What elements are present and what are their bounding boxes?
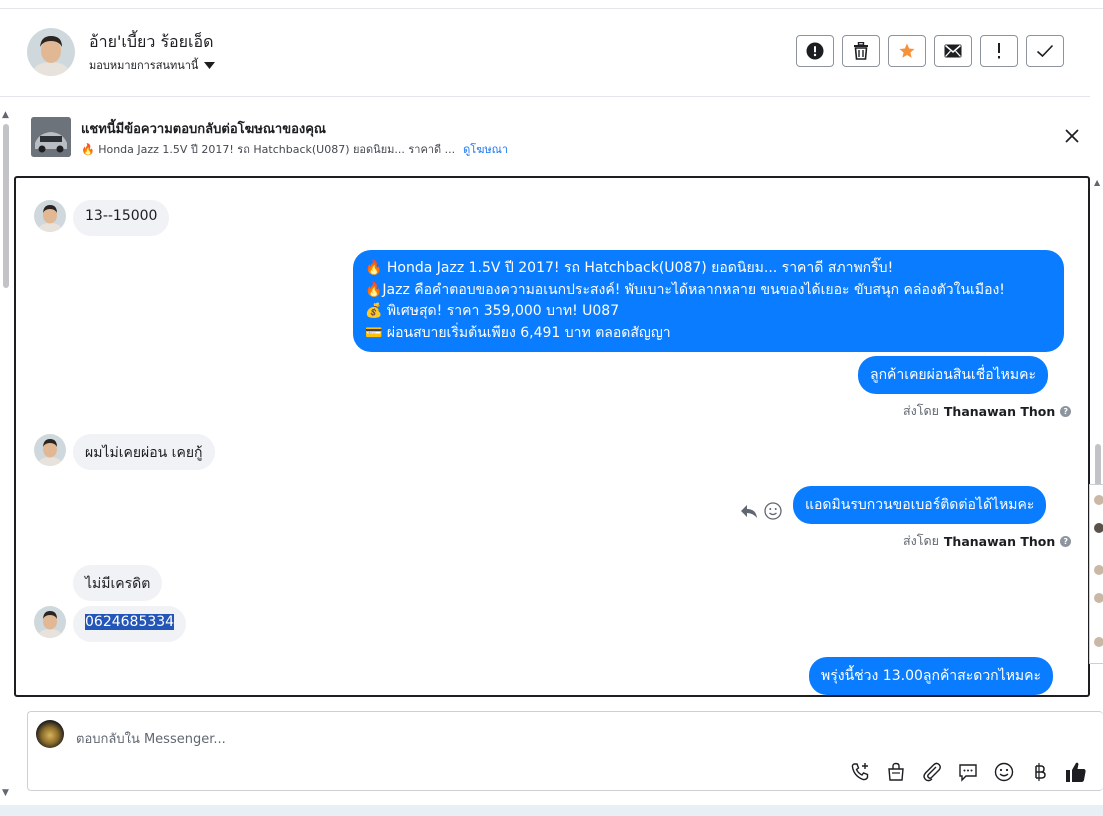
react-emoji-icon[interactable] — [764, 502, 782, 520]
outgoing-ad-message[interactable]: 🔥 Honda Jazz 1.5V ปี 2017! รถ Hatchback(… — [353, 250, 1064, 352]
peek-avatar — [1094, 523, 1103, 533]
sender-name: Thanawan Thon — [943, 403, 1056, 419]
composer-toolbar — [848, 760, 1087, 783]
star-icon — [899, 43, 915, 58]
payment-button[interactable] — [1028, 760, 1051, 783]
contact-avatar-small — [34, 606, 66, 638]
assign-label: มอบหมายการสนทนานี้ — [89, 59, 199, 72]
reply-icon[interactable] — [740, 503, 758, 519]
peek-avatar — [1094, 637, 1103, 647]
ad-message-line: 💳 ผ่อนสบายเริ่มต้นเพียง 6,491 บาท ตลอดสั… — [365, 324, 671, 341]
saved-replies-button[interactable] — [956, 760, 979, 783]
emoji-icon — [994, 762, 1013, 781]
reply-input[interactable]: ตอบกลับใน Messenger... — [76, 728, 226, 749]
contact-name: อ้าย'เบี้ยว ร้อยเอ็ด — [89, 32, 214, 51]
mark-unread-button[interactable] — [934, 35, 972, 67]
scroll-down-arrow-icon[interactable]: ▼ — [2, 788, 9, 798]
peek-avatar — [1094, 495, 1103, 505]
ad-message-line: 🔥Jazz คือคำตอบของความอเนกประสงค์! พับเบา… — [365, 281, 1005, 298]
trash-icon — [854, 42, 868, 60]
star-button[interactable] — [888, 35, 926, 67]
thumbs-up-icon — [1065, 762, 1086, 782]
follow-up-button[interactable] — [980, 35, 1018, 67]
contact-avatar-small — [34, 434, 66, 466]
incoming-message[interactable]: ผมไม่เคยผ่อน เคยกู้ — [73, 434, 215, 470]
caret-down-icon — [204, 61, 216, 69]
left-scrollbar[interactable]: ▲ ▼ — [0, 110, 12, 805]
phone-add-icon — [851, 762, 868, 780]
mark-done-button[interactable] — [1026, 35, 1064, 67]
shopping-bag-icon — [887, 762, 904, 781]
peek-avatar — [1094, 593, 1103, 603]
shop-button[interactable] — [884, 760, 907, 783]
selected-phone-number[interactable]: 0624685334 — [85, 614, 175, 630]
page-avatar — [36, 720, 64, 748]
assign-conversation-dropdown[interactable]: มอบหมายการสนทนานี้ — [89, 56, 216, 74]
side-panel-peek[interactable] — [1089, 484, 1103, 664]
ad-summary-text: 🔥 Honda Jazz 1.5V ปี 2017! รถ Hatchback(… — [81, 143, 456, 156]
paperclip-icon — [922, 762, 941, 781]
ad-message-line: 🔥 Honda Jazz 1.5V ปี 2017! รถ Hatchback(… — [365, 260, 894, 276]
scrollbar-thumb[interactable] — [3, 124, 9, 288]
check-icon — [1036, 44, 1054, 58]
scroll-up-arrow-icon[interactable]: ▲ — [2, 110, 9, 120]
conversation-header: อ้าย'เบี้ยว ร้อยเอ็ด มอบหมายการสนทนานี้ — [0, 9, 1090, 97]
contact-avatar-small — [34, 200, 66, 232]
attach-button[interactable] — [920, 760, 943, 783]
saved-reply-icon — [958, 763, 977, 782]
outgoing-message[interactable]: แอดมินรบกวนขอเบอร์ติดต่อได้ไหมคะ — [793, 486, 1047, 524]
message-hover-actions — [740, 502, 782, 520]
ad-reply-banner: แชทนี้มีข้อความตอบกลับต่อโฆษณาของคุณ 🔥 H… — [14, 110, 1090, 172]
ad-banner-title: แชทนี้มีข้อความตอบกลับต่อโฆษณาของคุณ — [81, 122, 326, 137]
sent-by-label: ส่งโดย — [903, 403, 939, 418]
ad-banner-subtitle: 🔥 Honda Jazz 1.5V ปี 2017! รถ Hatchback(… — [81, 140, 508, 158]
sender-name: Thanawan Thon — [943, 533, 1056, 549]
exclamation-circle-icon — [806, 42, 824, 60]
ad-thumbnail[interactable] — [31, 117, 71, 157]
call-button[interactable] — [848, 760, 871, 783]
sent-by-info: ส่งโดย Thanawan Thon ? — [903, 401, 1072, 421]
outgoing-message[interactable]: ลูกค้าเคยผ่อนสินเชื่อไหมคะ — [858, 356, 1049, 394]
message-composer[interactable]: ตอบกลับใน Messenger... — [27, 711, 1103, 791]
spam-button[interactable] — [796, 35, 834, 67]
baht-icon — [1034, 762, 1046, 781]
incoming-message-phone[interactable]: 0624685334 — [73, 606, 187, 642]
ad-message-line: 💰 พิเศษสุด! ราคา 359,000 บาท! U087 — [365, 303, 620, 319]
sent-by-label: ส่งโดย — [903, 533, 939, 548]
delete-button[interactable] — [842, 35, 880, 67]
incoming-message[interactable]: 13--15000 — [73, 200, 170, 236]
outgoing-message[interactable]: พรุ่งนี้ช่วง 13.00ลูกค้าสะดวกไหมคะ — [809, 657, 1054, 695]
incoming-message[interactable]: ไม่มีเครดิต — [73, 565, 163, 601]
bottom-strip — [0, 805, 1103, 816]
header-actions — [796, 35, 1064, 67]
exclamation-icon — [998, 43, 1000, 59]
envelope-icon — [944, 44, 962, 58]
contact-avatar[interactable] — [27, 28, 75, 76]
message-thread[interactable]: 13--15000 🔥 Honda Jazz 1.5V ปี 2017! รถ … — [14, 176, 1090, 697]
sent-by-info: ส่งโดย Thanawan Thon ? — [903, 531, 1072, 551]
help-icon[interactable]: ? — [1060, 405, 1072, 417]
help-icon[interactable]: ? — [1060, 535, 1072, 547]
top-strip — [0, 0, 1103, 9]
like-button[interactable] — [1064, 760, 1087, 783]
peek-avatar — [1094, 565, 1103, 575]
scroll-up-arrow-icon[interactable]: ▲ — [1094, 178, 1100, 187]
close-icon — [1065, 129, 1079, 143]
emoji-button[interactable] — [992, 760, 1015, 783]
view-ad-link[interactable]: ดูโฆษณา — [463, 143, 508, 156]
close-banner-button[interactable] — [1062, 126, 1082, 146]
